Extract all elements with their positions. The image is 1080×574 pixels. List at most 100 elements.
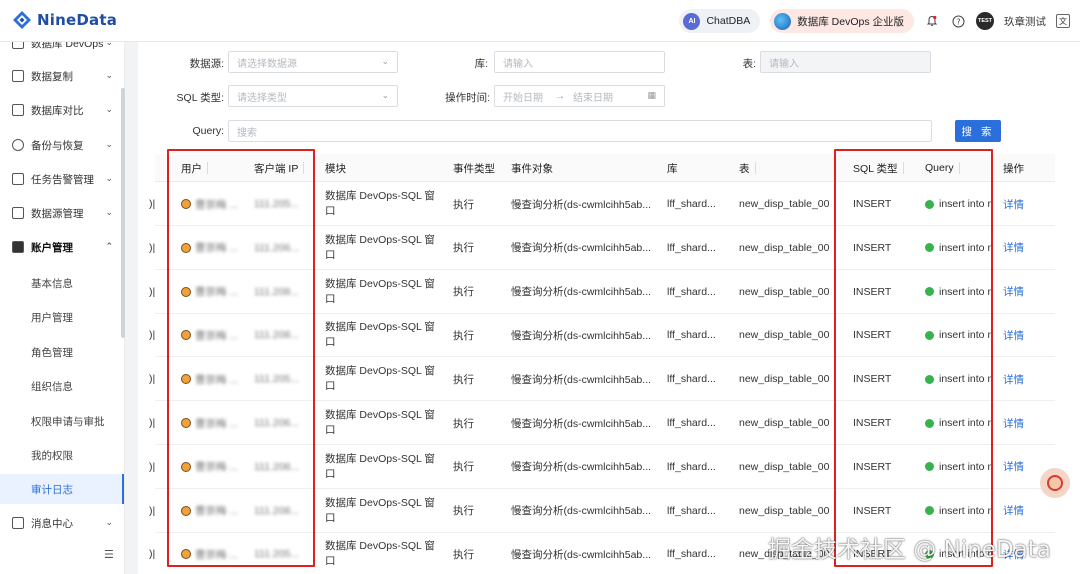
db-cell: lff_shard... (667, 198, 716, 210)
db-cell: lff_shard... (667, 417, 716, 429)
details-link[interactable]: 详情 (1003, 401, 1024, 445)
sqltype-select[interactable]: 请选择类型 ⌄ (228, 85, 398, 107)
table-input[interactable]: 请输入 (760, 51, 931, 73)
sidebar-sub-basic-info[interactable]: 基本信息 (0, 268, 124, 298)
datasource-select[interactable]: 请选择数据源 ⌄ (228, 51, 398, 73)
compare-icon (12, 104, 24, 116)
db-cell: lff_shard... (667, 548, 716, 561)
sidebar-sub-user-mgmt[interactable]: 用户管理 (0, 302, 124, 332)
table-row: )| 曹崇梅 ... 111.206... 数据库 DevOps-SQL 窗口 执行 慢查… (149, 226, 1055, 270)
event-object-cell: 慢查询分析(ds-cwmlcihh5ab... (511, 329, 652, 342)
language-icon[interactable]: 文 (1056, 14, 1070, 28)
devops-icon (12, 42, 24, 49)
logo-icon (13, 11, 31, 29)
chatdba-button[interactable]: AI ChatDBA (679, 9, 761, 33)
sidebar-sub-role-mgmt[interactable]: 角色管理 (0, 337, 124, 367)
row-edge-cell: )| (149, 373, 156, 386)
user-avatar-icon (181, 286, 191, 297)
chevron-down-icon: ⌄ (105, 207, 113, 217)
db-input[interactable]: 请输入 (494, 51, 665, 73)
end-date[interactable]: 结束日期 (573, 89, 613, 104)
query-cell: insert into n (925, 357, 993, 401)
details-link[interactable]: 详情 (1003, 313, 1024, 357)
row-edge-cell: )| (149, 504, 156, 517)
user-name[interactable]: 玖章测试 (1004, 14, 1046, 29)
sidebar: 数据库 DevOps ⌄ 数据复制 ⌄ 数据库对比 ⌄ 备份与恢复 ⌄ 任务告警… (0, 42, 125, 574)
query-cell: insert into n (925, 270, 993, 314)
sql-type-cell: INSERT (853, 417, 892, 429)
query-cell: insert into n (925, 445, 993, 489)
col-event-object: 事件对象 (511, 162, 553, 175)
sidebar-sub-my-permissions[interactable]: 我的权限 (0, 440, 124, 470)
details-link[interactable]: 详情 (1003, 270, 1024, 314)
table-row: )| 曹崇梅 ... 111.208... 数据库 DevOps-SQL 窗口 执行 慢查… (149, 489, 1055, 533)
date-range-picker[interactable]: 开始日期 → 结束日期 ▦ (494, 85, 665, 107)
table-cell: new_disp_table_00 (739, 285, 830, 298)
event-object-cell: 慢查询分析(ds-cwmlcihh5ab... (511, 198, 652, 211)
sidebar-item-compare[interactable]: 数据库对比 ⌄ (0, 95, 124, 125)
backup-icon (12, 139, 24, 151)
query-search-input[interactable]: 搜索 (228, 120, 932, 142)
db-cell: lff_shard... (667, 373, 716, 386)
details-link[interactable]: 详情 (1003, 182, 1024, 226)
sidebar-item-label: 备份与恢复 (31, 139, 84, 152)
chevron-up-icon: ⌃ (105, 241, 113, 251)
table-label: 表: (742, 58, 756, 70)
success-status-icon (925, 199, 934, 209)
bell-icon[interactable] (924, 13, 940, 29)
chevron-down-icon: ⌄ (381, 90, 389, 100)
details-link[interactable]: 详情 (1003, 357, 1024, 401)
user-cell: 曹崇梅 ... (181, 270, 238, 314)
alarm-icon (12, 173, 24, 185)
search-button[interactable]: 搜 索 (955, 120, 1001, 142)
sidebar-item-account[interactable]: 账户管理 ⌃ (0, 232, 124, 262)
details-link[interactable]: 详情 (1003, 445, 1024, 489)
top-header: NineData AI ChatDBA 数据库 DevOps 企业版 ? TES… (0, 0, 1080, 42)
client-ip-cell: 111.206... (254, 241, 300, 254)
sidebar-sub-audit-log[interactable]: 审计日志 (0, 474, 124, 504)
sidebar-item-label: 数据源管理 (31, 207, 84, 220)
sidebar-item-devops[interactable]: 数据库 DevOps ⌄ (0, 42, 124, 58)
sidebar-sub-permission-approval[interactable]: 权限申请与审批 (0, 406, 124, 436)
module-cell: 数据库 DevOps-SQL 窗口 (325, 365, 435, 393)
replicate-icon (12, 70, 24, 82)
event-type-cell: 执行 (453, 198, 474, 211)
help-icon[interactable]: ? (950, 13, 966, 29)
org-switcher[interactable]: 数据库 DevOps 企业版 (770, 9, 914, 33)
sidebar-scrollbar[interactable] (121, 88, 125, 338)
sidebar-sub-org-info[interactable]: 组织信息 (0, 371, 124, 401)
client-ip-cell: 111.208... (254, 329, 300, 342)
start-date[interactable]: 开始日期 (503, 89, 543, 104)
success-status-icon (925, 287, 934, 297)
details-link[interactable]: 详情 (1003, 489, 1024, 533)
table-row: )| 曹崇梅 ... 111.206... 数据库 DevOps-SQL 窗口 执行 慢查… (149, 401, 1055, 445)
table-row: )| 曹崇梅 ... 111.205... 数据库 DevOps-SQL 窗口 执行 慢查… (149, 357, 1055, 402)
assistant-avatar-button[interactable] (1040, 468, 1070, 498)
sidebar-item-alarm[interactable]: 任务告警管理 ⌄ (0, 164, 124, 194)
table-row: )| 曹崇梅 ... 111.208... 数据库 DevOps-SQL 窗口 执行 慢查… (149, 445, 1055, 489)
collapse-sidebar-icon[interactable]: ☰ (104, 548, 114, 561)
user-avatar-icon (181, 549, 191, 560)
user-cell: 曹崇梅 ... (181, 445, 238, 489)
assistant-face-icon (1047, 475, 1063, 491)
user-cell: 曹崇梅 ... (181, 357, 238, 401)
sql-type-cell: INSERT (853, 373, 892, 386)
org-label: 数据库 DevOps 企业版 (797, 15, 904, 28)
sidebar-item-replicate[interactable]: 数据复制 ⌄ (0, 61, 124, 91)
sidebar-item-backup[interactable]: 备份与恢复 ⌄ (0, 130, 124, 160)
sidebar-item-datasource[interactable]: 数据源管理 ⌄ (0, 198, 124, 228)
row-edge-cell: )| (149, 460, 156, 473)
datasource-label: 数据源: (189, 58, 224, 70)
event-type-cell: 执行 (453, 373, 474, 386)
avatar[interactable]: TEST (976, 12, 994, 30)
ai-badge-icon: AI (683, 12, 701, 30)
svg-text:?: ? (956, 17, 960, 26)
logo[interactable]: NineData (12, 10, 117, 30)
globe-icon (774, 12, 792, 30)
details-link[interactable]: 详情 (1003, 226, 1024, 270)
sidebar-item-label: 消息中心 (31, 517, 73, 530)
sidebar-item-messages[interactable]: 消息中心 ⌄ (0, 508, 124, 538)
datasource-icon (12, 207, 24, 219)
chevron-down-icon: ⌄ (105, 517, 113, 527)
db-cell: lff_shard... (667, 241, 716, 254)
